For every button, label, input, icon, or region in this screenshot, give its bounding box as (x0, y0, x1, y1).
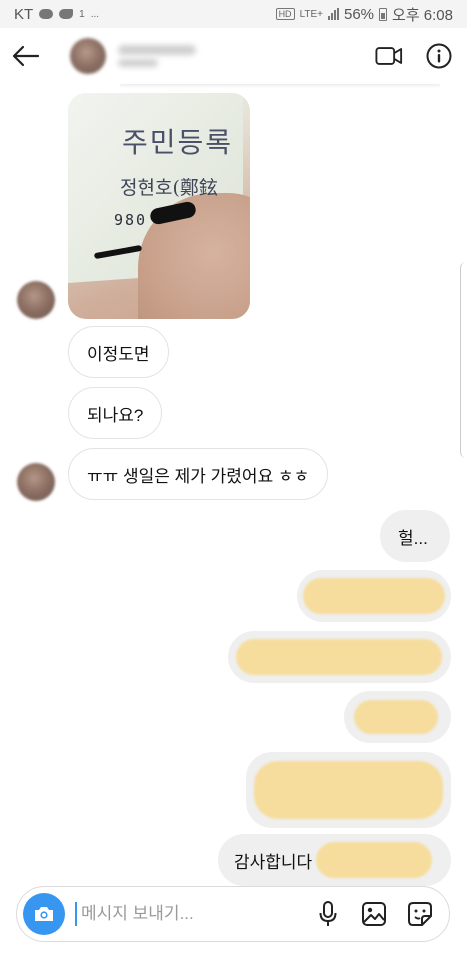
notification-mini-icon: 1 (79, 8, 85, 20)
gallery-icon (362, 902, 386, 926)
message-bubble-incoming[interactable]: 되나요? (68, 387, 163, 439)
redaction-block (236, 639, 442, 675)
info-icon (426, 43, 452, 69)
text-caret (75, 902, 77, 926)
redaction-block (254, 761, 443, 819)
message-thread[interactable]: 주민등록 정현호(鄭鉉 980 이정도면 되나요? ㅠㅠ 생일은 제가 가렸어요… (0, 88, 467, 886)
chat-notification-icon (39, 9, 54, 19)
network-type: LTE+ (299, 8, 323, 20)
message-text: 되나요? (87, 405, 144, 425)
status-left: KT 1 ... (14, 6, 99, 23)
chat-header (0, 28, 467, 84)
camera-icon (35, 907, 53, 921)
info-button[interactable] (425, 42, 453, 70)
camera-button[interactable] (23, 893, 65, 935)
message-bubble-outgoing[interactable]: 헐... (380, 510, 450, 562)
sender-avatar[interactable] (17, 281, 55, 319)
voice-button[interactable] (313, 899, 343, 929)
hd-voice-badge: HD (275, 8, 295, 20)
message-bubble-outgoing-redacted[interactable] (228, 631, 451, 683)
back-arrow-icon (12, 45, 40, 67)
message-text: 감사합니다 (234, 852, 313, 872)
redaction-block (316, 842, 433, 878)
status-bar: KT 1 ... HD LTE+ 56% 오후 6:08 (0, 0, 467, 28)
battery-icon (379, 7, 388, 21)
more-notifications-dots: ... (90, 8, 100, 20)
message-bubble-outgoing-redacted[interactable] (246, 752, 451, 828)
message-bubble-outgoing[interactable]: 감사합니다 (218, 834, 451, 886)
signal-icon (328, 8, 339, 20)
composer-actions (313, 899, 443, 929)
gallery-button[interactable] (359, 899, 389, 929)
message-input[interactable] (81, 904, 281, 924)
sticker-button[interactable] (405, 899, 435, 929)
sticker-icon (408, 902, 432, 926)
message-bubble-outgoing-redacted[interactable] (344, 691, 451, 743)
video-call-button[interactable] (375, 42, 403, 70)
battery-percent: 56% (344, 5, 375, 23)
redaction-block (303, 578, 445, 614)
photo-text-name: 정현호(鄭鉉 (120, 177, 218, 199)
message-composer (16, 886, 450, 942)
message-text: ㅠㅠ 생일은 제가 가렸어요 ㅎㅎ (87, 466, 310, 486)
contact-status (118, 59, 158, 67)
message-bubble-incoming[interactable]: 이정도면 (68, 326, 169, 378)
header-actions (375, 42, 467, 70)
back-button[interactable] (0, 28, 52, 84)
photo-text-number: 980 (114, 211, 148, 229)
redaction-block (354, 700, 438, 734)
contact-avatar[interactable] (70, 38, 106, 74)
contact-info[interactable] (118, 45, 196, 67)
message-text: 이정도면 (87, 344, 150, 364)
microphone-icon (319, 901, 337, 926)
sender-avatar[interactable] (17, 463, 55, 501)
clock: 오후 6:08 (392, 6, 453, 24)
video-call-icon (375, 47, 403, 65)
status-right: HD LTE+ 56% 오후 6:08 (275, 4, 453, 25)
message-bubble-outgoing-redacted[interactable] (297, 570, 451, 622)
carrier-label: KT (14, 5, 34, 23)
message-bubble-incoming[interactable]: ㅠㅠ 생일은 제가 가렸어요 ㅎㅎ (68, 448, 329, 500)
contact-name (118, 45, 196, 55)
scroll-indicator[interactable] (460, 262, 467, 458)
photo-text-title: 주민등록 (122, 126, 234, 159)
message-text: 헐... (398, 528, 428, 548)
message-photo[interactable]: 주민등록 정현호(鄭鉉 980 (68, 93, 250, 319)
twitter-notification-icon (59, 9, 74, 19)
